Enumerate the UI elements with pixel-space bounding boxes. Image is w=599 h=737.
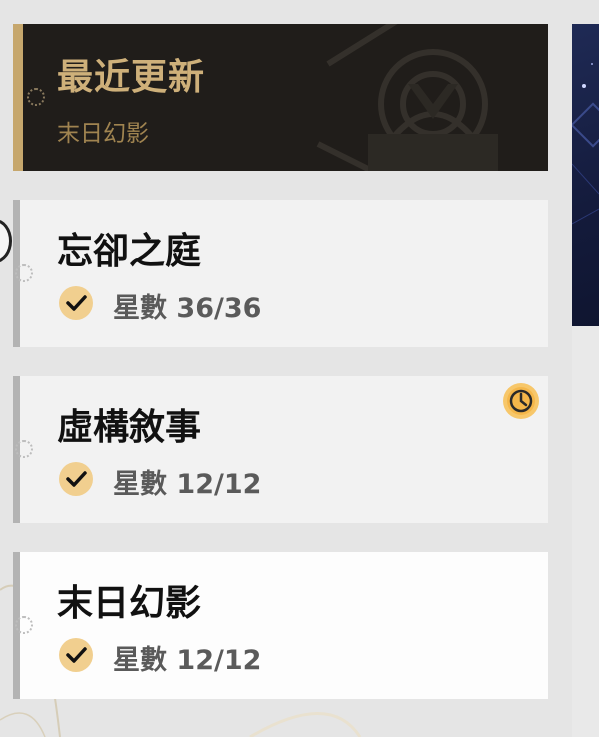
star-count: 星數 12/12	[113, 462, 261, 501]
stars-value: 12/12	[176, 645, 262, 676]
level-title: 末日幻影	[57, 583, 202, 624]
check-icon	[59, 638, 93, 672]
dotted-ring-icon	[27, 88, 45, 106]
clock-icon	[503, 383, 539, 419]
level-card-apocalyptic-shadow[interactable]: 末日幻影 星數 12/12	[13, 552, 548, 699]
emblem-watermark-icon	[316, 24, 498, 171]
banner-accent-bar	[13, 24, 23, 171]
level-title: 忘卻之庭	[57, 231, 202, 272]
dotted-ring-icon	[15, 440, 33, 458]
dotted-ring-icon	[15, 616, 33, 634]
level-card-pure-fiction[interactable]: 虛構敘事 星數 12/12	[13, 376, 548, 523]
level-title: 虛構敘事	[57, 407, 202, 448]
banner-subtitle: 末日幻影	[57, 121, 149, 147]
dotted-ring-icon	[15, 264, 33, 282]
stars-value: 36/36	[176, 293, 262, 324]
check-icon	[59, 286, 93, 320]
star-count: 星數 36/36	[113, 286, 261, 325]
banner-title: 最近更新	[57, 57, 206, 98]
right-panel-shadow	[572, 326, 599, 737]
right-preview-panel[interactable]	[572, 24, 599, 326]
side-edge-button[interactable]	[0, 219, 12, 263]
stage: 最近更新 末日幻影 忘卻之庭 星數 36/36 虛構敘事 星數 12/12 末日…	[0, 0, 599, 737]
level-card-forgotten-hall[interactable]: 忘卻之庭 星數 36/36	[13, 200, 548, 347]
stars-label: 星數	[113, 645, 167, 676]
stars-label: 星數	[113, 293, 167, 324]
stars-label: 星數	[113, 469, 167, 500]
recent-update-banner[interactable]: 最近更新 末日幻影	[13, 24, 548, 171]
check-icon	[59, 462, 93, 496]
star-count: 星數 12/12	[113, 638, 261, 677]
stars-value: 12/12	[176, 469, 262, 500]
